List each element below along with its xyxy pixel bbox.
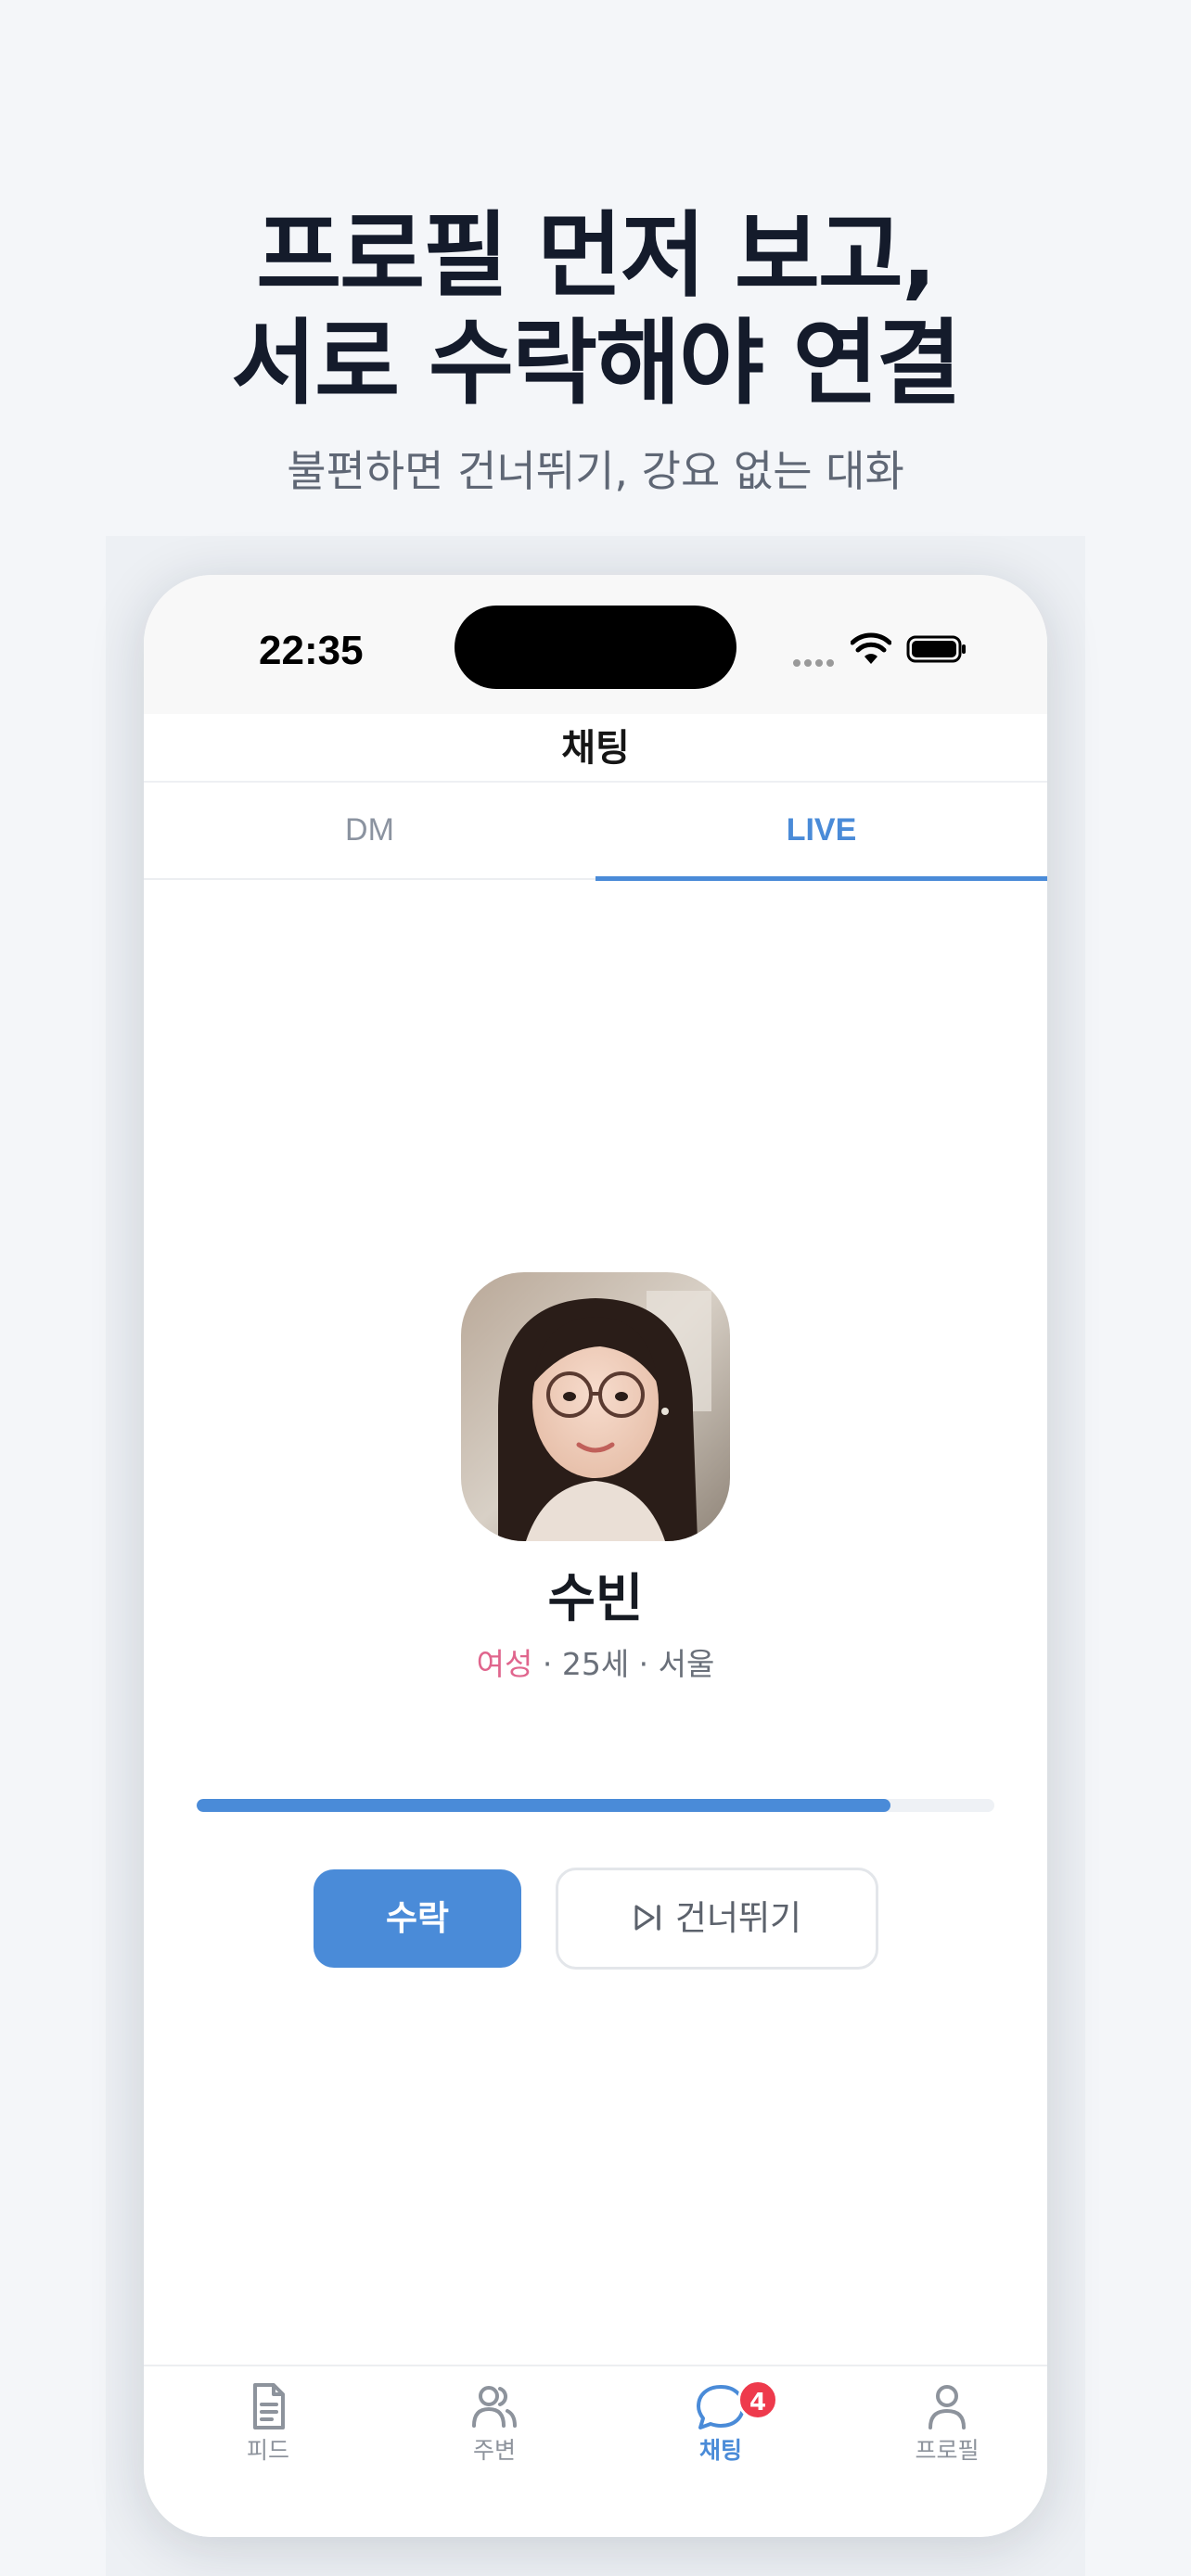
document-icon [253, 2383, 285, 2429]
timer-progress-fill [197, 1799, 891, 1812]
promo-subheadline: 불편하면 건너뛰기, 강요 없는 대화 [287, 446, 904, 496]
profile-avatar [461, 1272, 730, 1541]
avatar-photo [461, 1272, 730, 1541]
tab-live-indicator [596, 876, 1047, 881]
wifi-icon [851, 632, 891, 664]
tabbar-item-chat[interactable]: 4 채팅 [608, 2379, 834, 2491]
tabbar-label-profile: 프로필 [915, 2437, 980, 2464]
tabbar-label-nearby: 주변 [472, 2437, 516, 2464]
timer-progress-bar [197, 1799, 994, 1812]
screen-title: 채팅 [144, 714, 1047, 783]
skip-button[interactable]: 건너뛰기 [556, 1868, 878, 1970]
chat-unread-badge: 4 [737, 2379, 778, 2420]
person-icon [928, 2385, 966, 2429]
tabbar-label-chat: 채팅 [698, 2437, 742, 2464]
profile-meta: 여성 · 25세 · 서울 [144, 1643, 1047, 1686]
profile-name: 수빈 [547, 1569, 644, 1629]
skip-forward-icon [634, 1904, 660, 1931]
tabbar-item-profile[interactable]: 프로필 [834, 2379, 1047, 2491]
chat-tabs: DM LIVE [144, 784, 1047, 881]
phone-frame: 22:35 채팅 DM LIVE 수빈 여성 · 25세 · 서울 수락 건너뛰… [144, 575, 1047, 2537]
status-time: 22:35 [259, 628, 364, 673]
tab-live[interactable]: LIVE [596, 784, 1047, 880]
users-icon [472, 2386, 517, 2428]
battery-icon [906, 635, 966, 663]
signal-dots-icon [793, 653, 839, 667]
tabbar-item-feed[interactable]: 피드 [155, 2379, 381, 2491]
tab-dm[interactable]: DM [144, 784, 596, 880]
profile-details: · 25세 · 서울 [532, 1646, 715, 1682]
tabbar-item-nearby[interactable]: 주변 [381, 2379, 608, 2491]
bottom-tab-bar: 피드 주변 4 채팅 프로필 [144, 2365, 1047, 2537]
headline-line-2: 서로 수락해야 연결 [231, 309, 962, 417]
promo-headline: 프로필 먼저 보고, 서로 수락해야 연결 [0, 202, 1191, 417]
tabbar-label-feed: 피드 [246, 2437, 289, 2464]
headline-line-1: 프로필 먼저 보고, [256, 201, 937, 310]
status-bar: 22:35 [144, 575, 1047, 714]
skip-button-label: 건너뛰기 [674, 1898, 802, 1938]
accept-button[interactable]: 수락 [314, 1869, 521, 1968]
profile-gender: 여성 [476, 1646, 533, 1682]
dynamic-island [455, 606, 736, 689]
